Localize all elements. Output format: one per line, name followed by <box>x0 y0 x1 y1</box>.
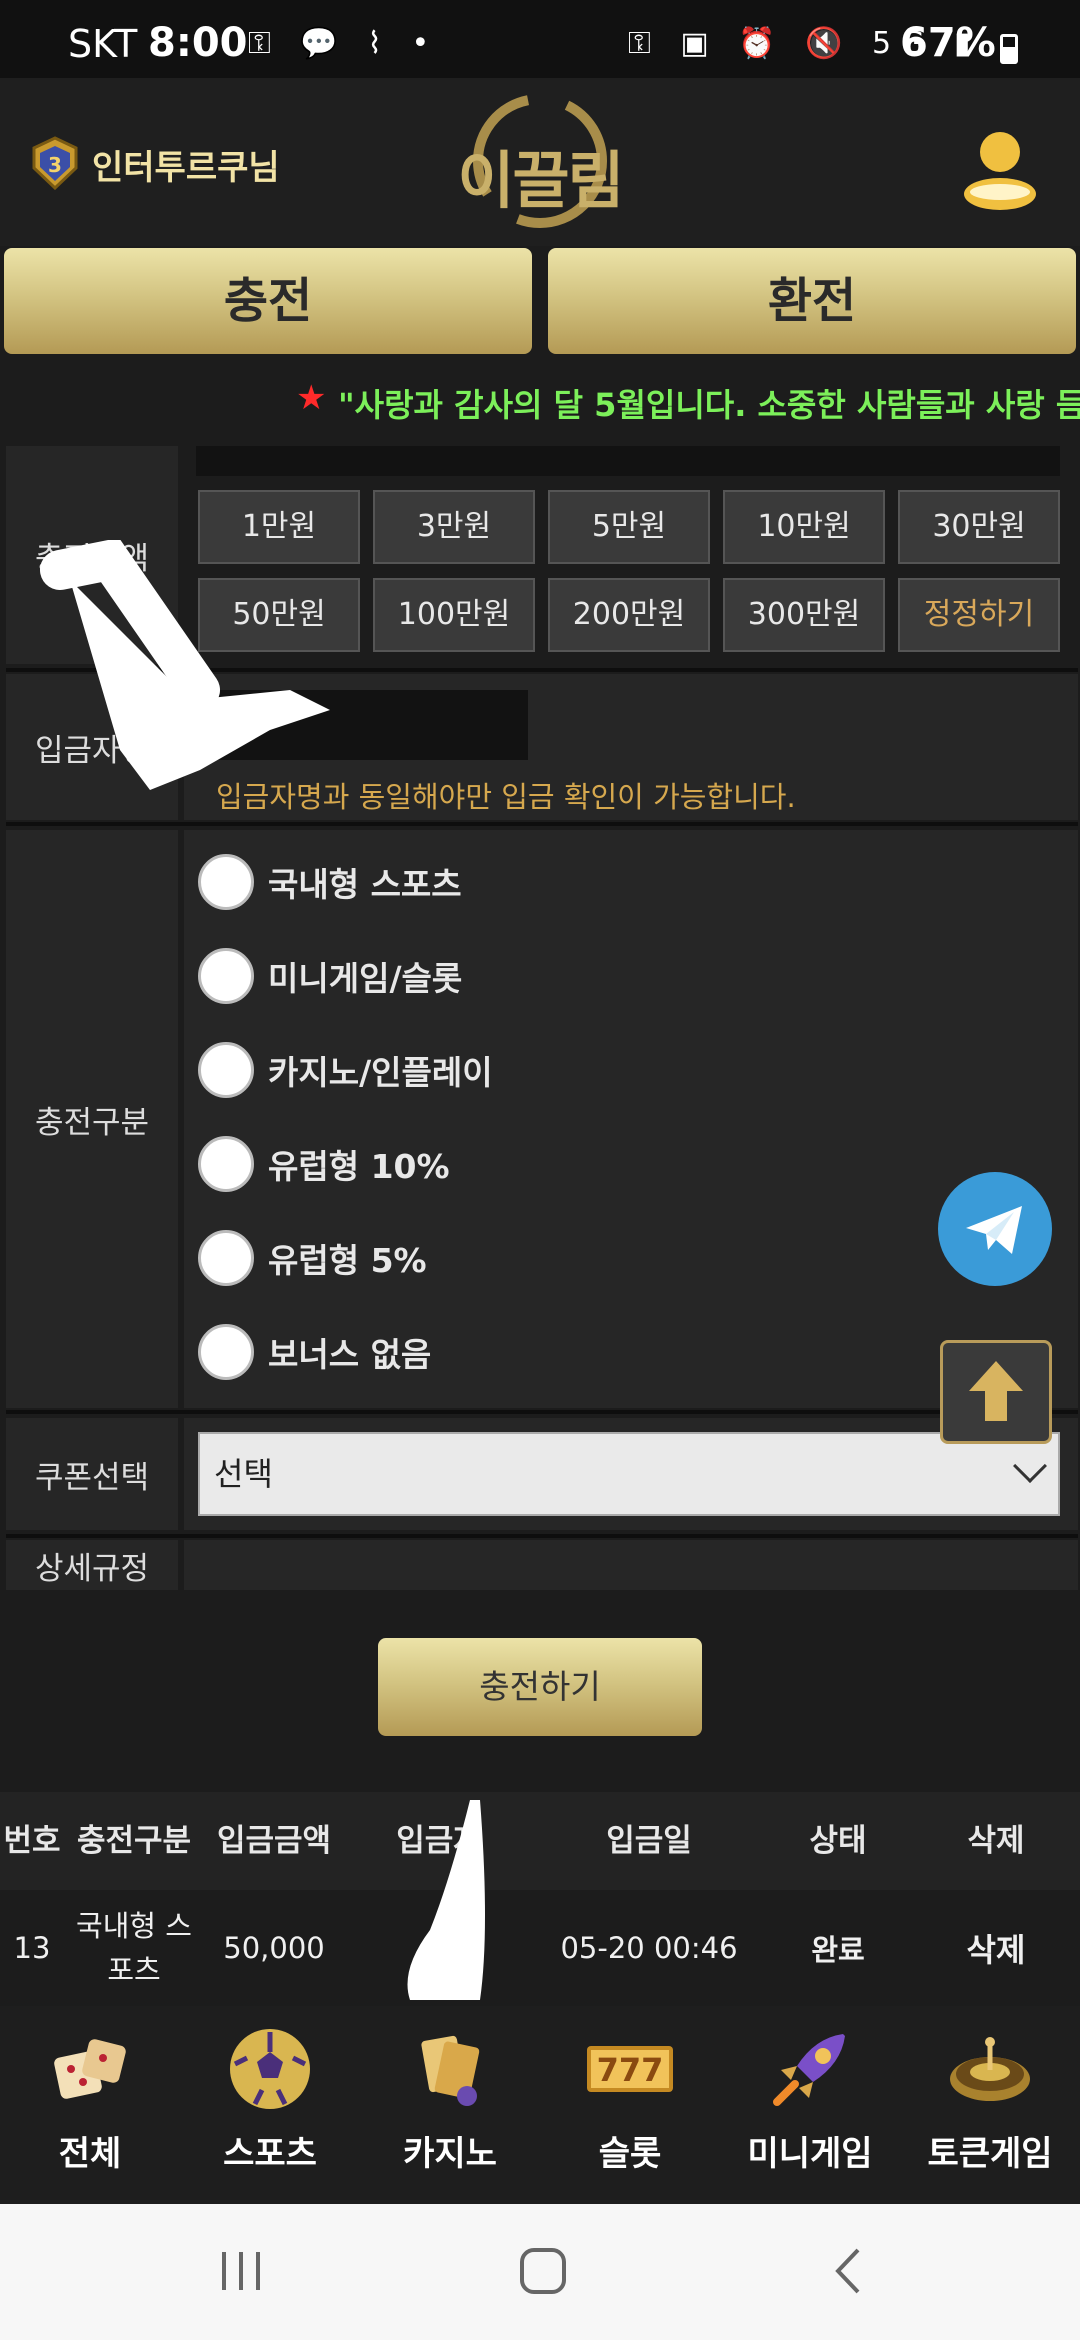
coupon-select[interactable]: 선택 <box>198 1432 1060 1516</box>
arrow-up-icon <box>969 1361 1023 1421</box>
star-icon: ★ <box>296 378 327 418</box>
amount-input[interactable] <box>196 446 1060 476</box>
table-cell-status: 완료 <box>811 1933 865 1967</box>
home-icon[interactable] <box>518 2246 568 2296</box>
rules-row-label: 상세규정 <box>6 1540 178 1590</box>
nav-label: 미니게임 <box>747 2134 873 2174</box>
table-header-cell: 충전구분 <box>76 1823 192 1859</box>
radio-label: 유럽형 5% <box>268 1241 427 1280</box>
radio-button[interactable] <box>198 854 254 910</box>
clock: 8:00 <box>148 20 248 66</box>
notification-icons: ⚿ 💬 ⌇ • <box>248 26 440 61</box>
carrier-label: SKT <box>68 22 138 66</box>
nav-item-sports[interactable]: 스포츠 <box>180 2006 360 2204</box>
delete-button[interactable]: 삭제 <box>912 1892 1080 2004</box>
coupon-select-value: 선택 <box>214 1455 273 1493</box>
nav-label: 전체 <box>58 2134 122 2174</box>
dice-icon <box>54 2039 126 2099</box>
nav-item-all[interactable]: 전체 <box>0 2006 180 2204</box>
nav-label: 토큰게임 <box>927 2134 1053 2174</box>
charge-type-option[interactable]: 보너스 없음 <box>198 1322 431 1382</box>
nav-item-casino[interactable]: 카지노 <box>360 2006 540 2204</box>
telegram-icon <box>966 1206 1022 1254</box>
charge-type-option[interactable]: 유럽형 5% <box>198 1228 427 1288</box>
rocket-icon <box>773 2034 845 2106</box>
casino-cards-icon <box>421 2035 480 2106</box>
scroll-to-top-button[interactable] <box>940 1340 1052 1444</box>
radio-button[interactable] <box>198 1230 254 1286</box>
system-navigation-bar <box>0 2204 1080 2340</box>
amount-button[interactable]: 30만원 <box>898 490 1060 564</box>
notice-ticker: ★ "사랑과 감사의 달 5월입니다. 소중한 사람들과 사랑 듬 <box>0 366 1080 438</box>
status-bar: SKT 8:00 ⚿ 💬 ⌇ • ⚿ ▣ ⏰ 🔇 5G ▮ 67% <box>0 0 1080 78</box>
svg-text:777: 777 <box>597 2051 664 2089</box>
battery-icon <box>1000 34 1018 64</box>
radio-label: 카지노/인플레이 <box>268 1053 493 1092</box>
battery-percent: 67% <box>900 20 996 66</box>
radio-label: 유럽형 10% <box>268 1147 450 1186</box>
charge-tab-button[interactable]: 충전 <box>4 248 532 354</box>
nav-label: 슬롯 <box>598 2134 662 2174</box>
game-category-nav: 전체 스포츠 카지노 777 슬롯 미니게임 토큰게임 <box>0 2006 1080 2204</box>
charge-type-row-label: 충전구분 <box>6 830 178 1408</box>
radio-button[interactable] <box>198 1324 254 1380</box>
row-divider <box>6 1534 1078 1538</box>
submit-charge-button[interactable]: 충전하기 <box>378 1638 702 1736</box>
radio-button[interactable] <box>198 948 254 1004</box>
redaction-scribble <box>407 1800 485 2000</box>
ticker-message: "사랑과 감사의 달 5월입니다. 소중한 사람들과 사랑 듬 <box>338 386 1080 424</box>
radio-label: 보너스 없음 <box>268 1335 432 1374</box>
site-logo[interactable]: 이끌림 <box>440 86 640 236</box>
chevron-down-icon <box>1013 1449 1047 1483</box>
nav-label: 카지노 <box>403 2134 497 2174</box>
recent-apps-icon[interactable] <box>218 2248 264 2294</box>
radio-button[interactable] <box>198 1136 254 1192</box>
coupon-row-label: 쿠폰선택 <box>6 1418 178 1530</box>
amount-button[interactable]: 5만원 <box>548 490 710 564</box>
app-header: 3 인터투르쿠님 이끌림 <box>0 78 1080 246</box>
amount-button[interactable]: 10만원 <box>723 490 885 564</box>
charge-type-option[interactable]: 유럽형 10% <box>198 1134 450 1194</box>
nav-item-slot[interactable]: 777 슬롯 <box>540 2006 720 2204</box>
roulette-icon <box>950 2037 1030 2101</box>
table-cell-no: 13 <box>13 1931 51 1965</box>
amount-reset-button[interactable]: 정정하기 <box>898 578 1060 652</box>
amount-button[interactable]: 300만원 <box>723 578 885 652</box>
exchange-tab-button[interactable]: 환전 <box>548 248 1076 354</box>
level-badge-icon: 3 <box>32 136 78 190</box>
telegram-button[interactable] <box>938 1172 1052 1286</box>
table-header-cell: 입금일 <box>606 1823 692 1859</box>
charge-type-option[interactable]: 미니게임/슬롯 <box>198 946 462 1006</box>
radio-button[interactable] <box>198 1042 254 1098</box>
table-header-cell: 번호 <box>3 1823 61 1859</box>
amount-button[interactable]: 200만원 <box>548 578 710 652</box>
rules-row-body <box>184 1540 1078 1590</box>
radio-label: 국내형 스포츠 <box>268 865 462 904</box>
back-icon[interactable] <box>828 2246 868 2296</box>
soccer-ball-icon <box>230 2029 310 2109</box>
row-divider <box>6 1410 1078 1414</box>
redaction-scribble <box>40 540 330 790</box>
nav-label: 스포츠 <box>223 2134 317 2174</box>
table-cell-type: 국내형 스포츠 <box>76 1909 192 1987</box>
user-name[interactable]: 인터투르쿠님 <box>92 140 280 189</box>
profile-avatar-icon[interactable] <box>960 122 1040 212</box>
table-cell-amount: 50,000 <box>223 1931 325 1965</box>
table-header-cell: 삭제 <box>967 1823 1025 1859</box>
svg-text:3: 3 <box>48 153 62 177</box>
radio-label: 미니게임/슬롯 <box>268 959 463 998</box>
table-cell-date: 05-20 00:46 <box>560 1931 738 1965</box>
charge-type-option[interactable]: 국내형 스포츠 <box>198 852 462 912</box>
nav-item-token-game[interactable]: 토큰게임 <box>900 2006 1080 2204</box>
nav-item-minigame[interactable]: 미니게임 <box>720 2006 900 2204</box>
slot-777-icon: 777 <box>587 2046 673 2092</box>
charge-type-option[interactable]: 카지노/인플레이 <box>198 1040 493 1100</box>
logo-text: 이끌림 <box>457 144 624 217</box>
table-header-cell: 입금금액 <box>216 1823 332 1859</box>
table-header-cell: 상태 <box>809 1823 867 1859</box>
